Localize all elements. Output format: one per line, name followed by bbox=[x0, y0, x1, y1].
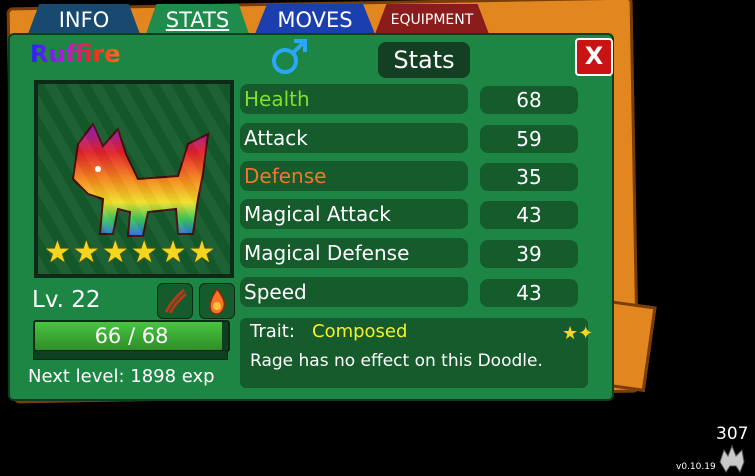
stat-value-attack: 59 bbox=[480, 125, 578, 153]
tab-equipment[interactable]: EQUIPMENT bbox=[375, 4, 489, 34]
page-title: Stats bbox=[378, 42, 470, 78]
stat-value-speed: 43 bbox=[480, 279, 578, 307]
stat-label-health: Health bbox=[240, 84, 468, 114]
star-icon: ★ bbox=[159, 235, 187, 270]
stat-label-magical-attack: Magical Attack bbox=[240, 199, 468, 229]
claw-icon[interactable] bbox=[157, 283, 193, 319]
star-icon: ★ bbox=[72, 235, 100, 270]
party-count: 307 bbox=[716, 424, 749, 444]
version-label: v0.10.19 bbox=[676, 462, 716, 472]
star-icon: ★ bbox=[101, 235, 129, 270]
stat-label-attack: Attack bbox=[240, 123, 468, 153]
stat-value-health: 68 bbox=[480, 86, 578, 114]
stat-value-defense: 35 bbox=[480, 163, 578, 191]
stat-value-magical-defense: 39 bbox=[480, 240, 578, 268]
stat-label-magical-defense: Magical Defense bbox=[240, 238, 468, 268]
star-icon: ★ bbox=[44, 235, 71, 270]
stat-label-speed: Speed bbox=[240, 277, 468, 307]
tab-info[interactable]: INFO bbox=[28, 4, 140, 34]
rarity-stars: ★ ★ ★ ★ ★ ★ bbox=[44, 238, 224, 268]
close-button[interactable]: X bbox=[575, 38, 613, 76]
level-label: Lv. 22 bbox=[32, 287, 101, 313]
star-icon: ★ bbox=[188, 235, 216, 270]
next-level-text: Next level: 1898 exp bbox=[28, 366, 215, 387]
health-text: 66 / 68 bbox=[94, 324, 169, 348]
star-icon: ★ bbox=[130, 235, 158, 270]
trait-name: Composed bbox=[312, 321, 408, 342]
stat-value-magical-attack: 43 bbox=[480, 201, 578, 229]
trait-box: Trait: Composed ★✦ Rage has no effect on… bbox=[240, 318, 593, 388]
fire-type-icon[interactable] bbox=[199, 283, 235, 319]
sparkle-stars-icon: ★✦ bbox=[562, 323, 594, 344]
experience-bar bbox=[33, 350, 228, 360]
health-bar: 66 / 68 bbox=[33, 320, 230, 352]
stat-label-defense: Defense bbox=[240, 161, 468, 191]
tab-stats[interactable]: STATS bbox=[146, 4, 249, 34]
trait-description: Rage has no effect on this Doodle. bbox=[250, 351, 543, 371]
trait-label: Trait: bbox=[250, 321, 295, 342]
tab-moves[interactable]: MOVES bbox=[255, 4, 375, 34]
male-icon bbox=[272, 39, 307, 74]
creature-name: Ruffire bbox=[30, 40, 121, 68]
mini-creature-icon bbox=[719, 444, 745, 474]
